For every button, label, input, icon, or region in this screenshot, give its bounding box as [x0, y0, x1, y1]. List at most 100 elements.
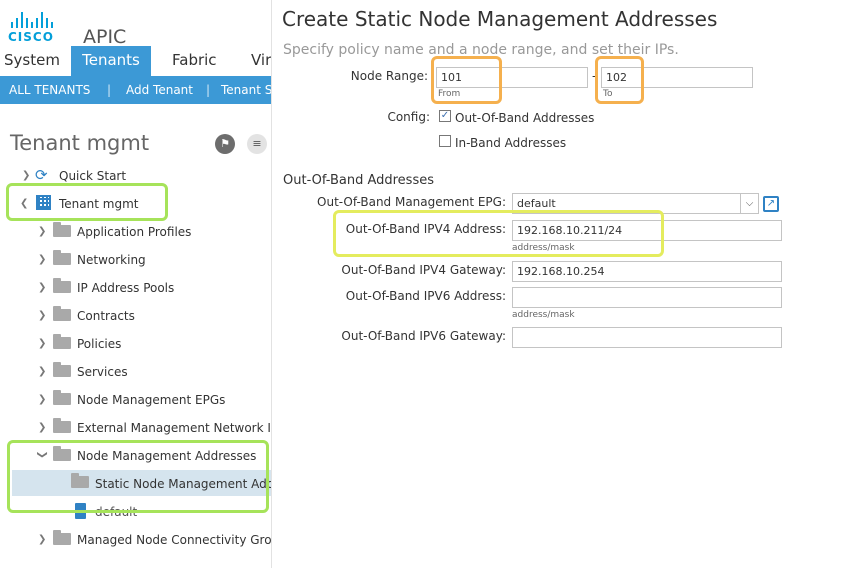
tree-item-label: Policies — [77, 337, 122, 351]
tree-item-networking[interactable]: ❯ Networking — [0, 248, 271, 272]
oob-epg-label: Out-Of-Band Management EPG: — [317, 195, 506, 209]
folder-icon — [53, 306, 71, 321]
tenant-grid-icon — [36, 195, 51, 210]
tree-item-label: default — [95, 505, 138, 519]
folder-icon — [53, 334, 71, 349]
ipv4-address-hint: address/mask — [512, 243, 575, 253]
external-link-icon[interactable]: ↗ — [763, 196, 779, 212]
chevron-down-icon[interactable]: ❯ — [37, 451, 48, 461]
tree-item-static-node-management-addresses[interactable]: Static Node Management Addre — [12, 470, 272, 496]
policy-icon — [75, 503, 86, 519]
tree-item-application-profiles[interactable]: ❯ Application Profiles — [0, 220, 271, 244]
oob-ipv6-address-label: Out-Of-Band IPV6 Address: — [345, 289, 506, 303]
tree-item-external-management-network[interactable]: ❯ External Management Network Inst — [0, 416, 272, 440]
collapse-icon[interactable]: ≡ — [247, 134, 267, 154]
top-nav-tabs: System Tenants Fabric Vir — [0, 46, 271, 76]
chevron-down-icon[interactable]: ❮ — [20, 198, 30, 209]
tab-virtual-networking[interactable]: Vir — [251, 46, 271, 76]
tree-item-label: Managed Node Connectivity Group — [77, 533, 272, 547]
oob-ipv4-gateway-input[interactable]: 192.168.10.254 — [512, 261, 782, 282]
folder-icon — [71, 473, 89, 488]
logo-wordmark: CISCO — [8, 30, 54, 44]
folder-icon — [53, 530, 71, 545]
chevron-right-icon[interactable]: ❯ — [38, 422, 48, 433]
tree-item-label: Networking — [77, 253, 146, 267]
chevron-right-icon[interactable]: ❯ — [22, 170, 32, 181]
navigation-pane: CISCO APIC System Tenants Fabric Vir ALL… — [0, 0, 272, 568]
node-to-hint: To — [603, 89, 613, 99]
chevron-down-icon[interactable]: ⌵ — [741, 193, 759, 214]
node-range-from-input[interactable]: 101 — [436, 67, 588, 88]
dialog-subtitle: Specify policy name and a node range, an… — [283, 42, 679, 58]
tree-item-label: Node Management Addresses — [77, 449, 257, 463]
tree-item-tenant-mgmt[interactable]: ❮ Tenant mgmt — [0, 192, 271, 216]
chevron-right-icon[interactable]: ❯ — [38, 534, 48, 545]
tab-system[interactable]: System — [4, 46, 64, 76]
chevron-right-icon[interactable]: ❯ — [38, 310, 48, 321]
tree-item-label: Static Node Management Addre — [95, 477, 272, 491]
chevron-right-icon[interactable]: ❯ — [38, 282, 48, 293]
chevron-right-icon[interactable]: ❯ — [38, 226, 48, 237]
tree-item-ip-address-pools[interactable]: ❯ IP Address Pools — [0, 276, 271, 300]
chevron-right-icon[interactable]: ❯ — [38, 254, 48, 265]
oob-ipv4-address-label: Out-Of-Band IPV4 Address: — [345, 222, 506, 236]
oob-ipv4-address-input[interactable]: 192.168.10.211/24 — [512, 220, 782, 241]
range-dash: - — [592, 69, 597, 83]
tree-item-policies[interactable]: ❯ Policies — [0, 332, 271, 356]
tab-fabric[interactable]: Fabric — [172, 46, 222, 76]
add-tenant-link[interactable]: Add Tenant — [126, 83, 193, 97]
tree-item-label: IP Address Pools — [77, 281, 175, 295]
folder-icon — [53, 362, 71, 377]
oob-ipv4-gateway-label: Out-Of-Band IPV4 Gateway: — [341, 263, 506, 277]
tree-item-label: Node Management EPGs — [77, 393, 226, 407]
tree-item-default[interactable]: default — [0, 500, 271, 524]
tenants-sub-nav: ALL TENANTS | Add Tenant | Tenant S — [0, 76, 271, 104]
tree-item-label: Application Profiles — [77, 225, 192, 239]
all-tenants-link[interactable]: ALL TENANTS — [9, 83, 90, 97]
tree-item-contracts[interactable]: ❯ Contracts — [0, 304, 271, 328]
oob-ipv6-gateway-input[interactable] — [512, 327, 782, 348]
sidebar-title: Tenant mgmt — [10, 131, 150, 155]
config-label: Config: — [387, 110, 430, 124]
folder-icon — [53, 278, 71, 293]
chevron-right-icon[interactable]: ❯ — [38, 394, 48, 405]
tree-item-services[interactable]: ❯ Services — [0, 360, 271, 384]
tree-item-label: External Management Network Inst — [77, 421, 272, 435]
oob-section-title: Out-Of-Band Addresses — [283, 173, 434, 188]
create-action-icon[interactable]: ⚑ — [215, 134, 235, 154]
sub-nav-separator: | — [107, 83, 112, 97]
folder-icon — [53, 446, 71, 461]
tab-tenants[interactable]: Tenants — [71, 46, 151, 76]
quick-start-icon: ⟳ — [35, 166, 48, 184]
oob-addresses-label: Out-Of-Band Addresses — [455, 111, 595, 125]
cisco-bars-icon — [8, 10, 68, 28]
dialog-title: Create Static Node Management Addresses — [282, 7, 718, 31]
tree-item-node-management-addresses[interactable]: ❯ Node Management Addresses — [0, 444, 271, 468]
node-from-hint: From — [438, 89, 461, 99]
tenant-search-link[interactable]: Tenant S — [221, 83, 271, 97]
inband-addresses-label: In-Band Addresses — [455, 136, 567, 150]
tree-item-quick-start[interactable]: ❯ ⟳ Quick Start — [0, 164, 271, 188]
folder-icon — [53, 250, 71, 265]
node-range-label: Node Range: — [350, 69, 428, 83]
folder-icon — [53, 390, 71, 405]
inband-addresses-checkbox[interactable] — [439, 135, 451, 147]
oob-ipv6-address-input[interactable] — [512, 287, 782, 308]
tree-item-label: Tenant mgmt — [59, 197, 139, 211]
chevron-right-icon[interactable]: ❯ — [38, 366, 48, 377]
tree-item-label: Contracts — [77, 309, 135, 323]
folder-icon — [53, 222, 71, 237]
oob-ipv6-gateway-label: Out-Of-Band IPV6 Gateway: — [341, 329, 506, 343]
cisco-logo: CISCO — [8, 10, 68, 46]
tree-item-label: Quick Start — [59, 169, 127, 183]
app-name: APIC — [83, 26, 127, 48]
chevron-right-icon[interactable]: ❯ — [38, 338, 48, 349]
oob-addresses-checkbox[interactable]: ✓ — [439, 110, 451, 122]
folder-icon — [53, 418, 71, 433]
tree-item-label: Services — [77, 365, 128, 379]
node-range-to-input[interactable]: 102 — [601, 67, 753, 88]
tree-item-node-management-epgs[interactable]: ❯ Node Management EPGs — [0, 388, 271, 412]
sub-nav-separator: | — [206, 83, 211, 97]
tree-item-managed-node-connectivity-group[interactable]: ❯ Managed Node Connectivity Group — [0, 528, 272, 552]
oob-epg-select[interactable]: default — [512, 193, 741, 214]
